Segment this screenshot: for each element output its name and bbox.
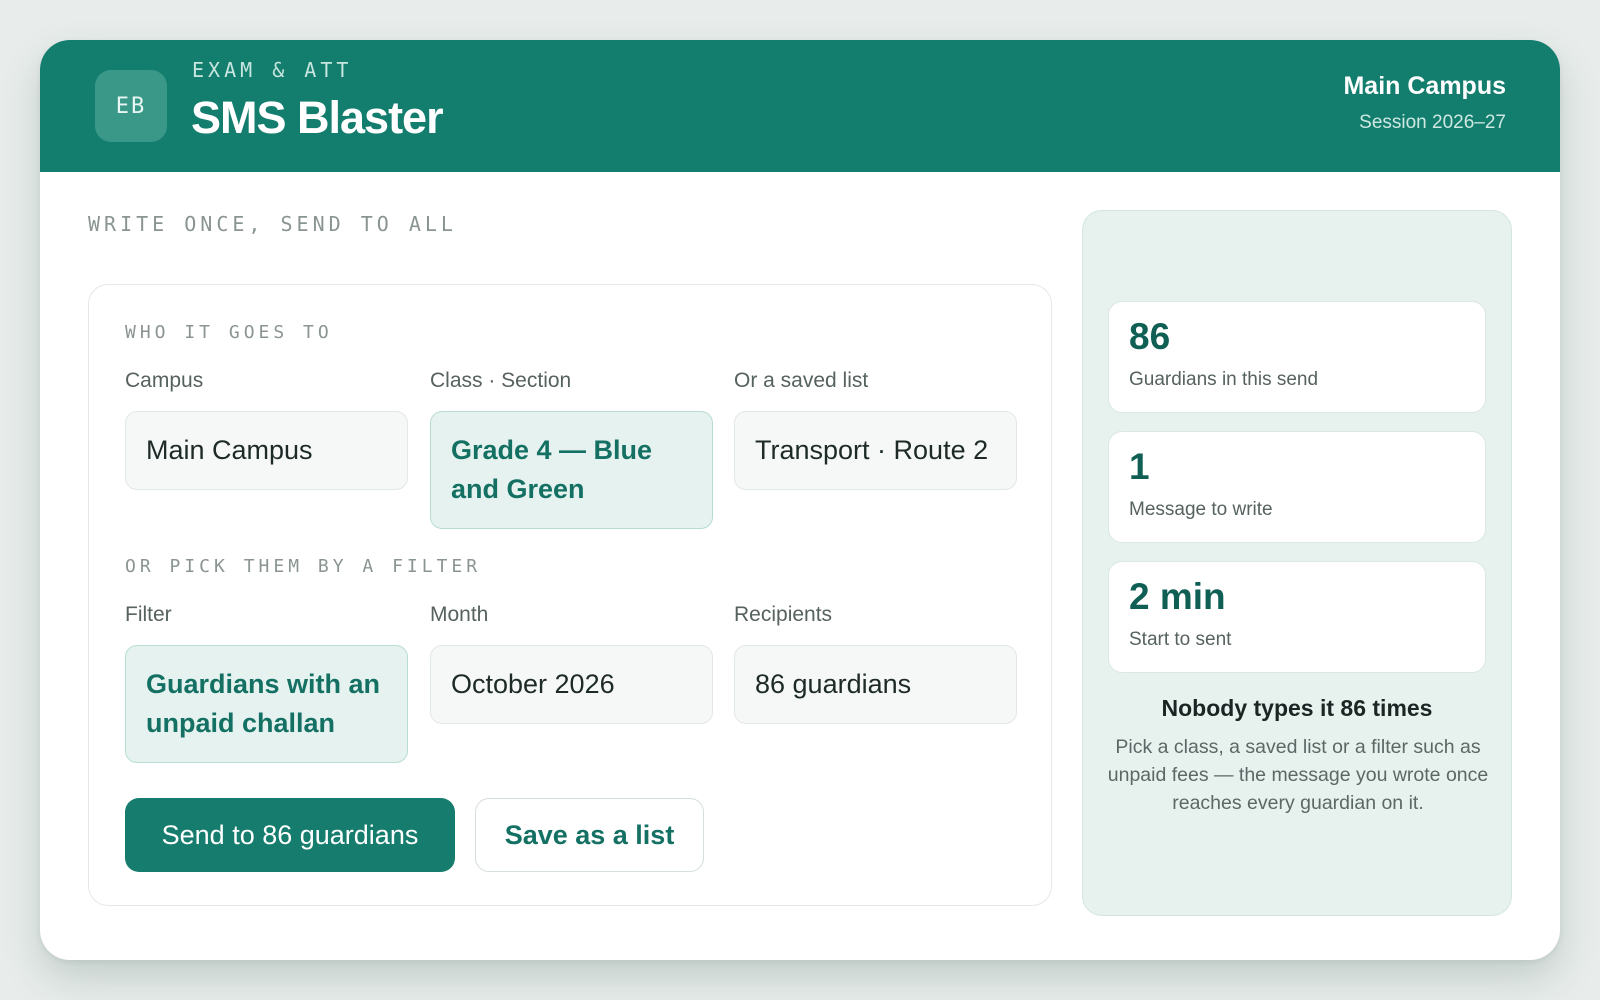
send-button[interactable]: Send to 86 guardians — [125, 798, 455, 872]
save-list-button[interactable]: Save as a list — [475, 798, 704, 872]
month-label: Month — [430, 603, 489, 626]
audience-eyebrow: WHO IT GOES TO — [125, 322, 333, 343]
stat-value: 2 min — [1129, 576, 1226, 617]
campus-label: Campus — [125, 369, 204, 392]
stat-value: 86 — [1129, 316, 1171, 357]
app-logo: EB — [95, 70, 167, 142]
saved-list-select[interactable]: Transport · Route 2 — [734, 411, 1017, 490]
compose-panel: WHO IT GOES TO Campus Class · Section Or… — [88, 284, 1052, 906]
saved-list-label: Or a saved list — [734, 369, 869, 392]
stat-card-messages: 1 Message to write — [1108, 431, 1486, 543]
app-window: EB EXAM & ATT SMS Blaster Main Campus Se… — [40, 40, 1560, 960]
class-section-label: Class · Section — [430, 369, 572, 392]
filter-select[interactable]: Guardians with an unpaid challan — [125, 645, 408, 763]
campus-name: Main Campus — [1343, 72, 1506, 100]
stat-label: Start to sent — [1129, 629, 1232, 650]
app-header: EB EXAM & ATT SMS Blaster Main Campus Se… — [40, 40, 1560, 172]
month-select[interactable]: October 2026 — [430, 645, 713, 724]
recipients-field: 86 guardians — [734, 645, 1017, 724]
sidebar-description: Pick a class, a saved list or a filter s… — [1107, 736, 1489, 814]
filter-label: Filter — [125, 603, 172, 626]
section-eyebrow: WRITE ONCE, SEND TO ALL — [88, 212, 457, 236]
stat-label: Guardians in this send — [1129, 369, 1319, 390]
campus-select[interactable]: Main Campus — [125, 411, 408, 490]
stat-card-guardians: 86 Guardians in this send — [1108, 301, 1486, 413]
app-title: SMS Blaster — [191, 92, 444, 143]
summary-sidebar: 86 Guardians in this send 1 Message to w… — [1082, 210, 1512, 916]
app-eyebrow: EXAM & ATT — [192, 58, 353, 82]
stat-card-time: 2 min Start to sent — [1108, 561, 1486, 673]
recipients-label: Recipients — [734, 603, 833, 626]
stat-value: 1 — [1129, 446, 1150, 487]
filter-eyebrow: OR PICK THEM BY A FILTER — [125, 556, 482, 577]
stat-label: Message to write — [1129, 499, 1273, 520]
sidebar-title: Nobody types it 86 times — [1161, 695, 1433, 721]
class-section-select[interactable]: Grade 4 — Blue and Green — [430, 411, 713, 529]
session-label: Session 2026–27 — [1359, 112, 1506, 133]
